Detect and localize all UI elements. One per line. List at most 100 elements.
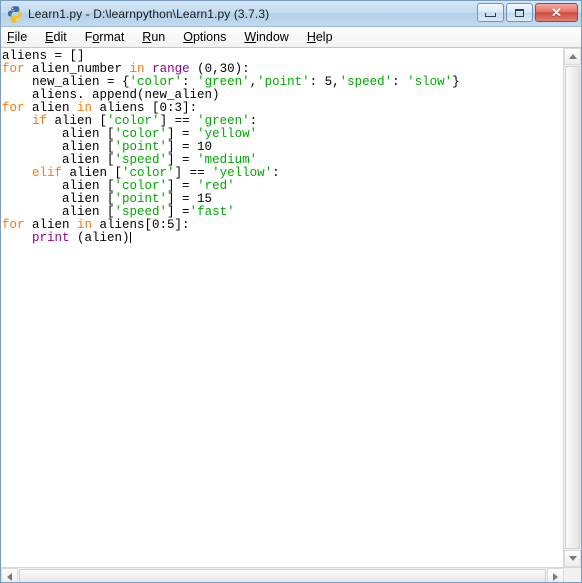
code-token: 'medium' <box>197 153 258 167</box>
code-token: alien <box>24 218 78 232</box>
code-token: ] == <box>159 114 198 128</box>
code-token: ] = <box>167 205 190 219</box>
code-token: in <box>77 101 93 115</box>
code-token: : <box>249 114 258 128</box>
code-token: ] = 15 <box>167 192 213 206</box>
scroll-up-button[interactable] <box>564 48 581 65</box>
scroll-down-button[interactable] <box>564 550 581 567</box>
code-token: 'yellow' <box>197 127 258 141</box>
editor-region: aliens = [] for alien_number in range (0,… <box>1 48 581 567</box>
code-token: alien_number <box>24 62 130 76</box>
code-token: range <box>152 62 190 76</box>
code-token: 'point' <box>114 140 168 154</box>
code-token: : 5, <box>309 75 340 89</box>
code-token: (0,30): <box>189 62 250 76</box>
code-token: : <box>272 166 280 180</box>
code-token: alien [ <box>2 140 115 154</box>
code-token: in <box>77 218 93 232</box>
code-token: 'point' <box>114 192 168 206</box>
code-token: ] = <box>167 153 198 167</box>
code-token: alien [ <box>2 179 115 193</box>
code-token: alien [ <box>2 192 115 206</box>
code-token: alien <box>24 101 78 115</box>
code-token: : <box>182 75 198 89</box>
code-token: aliens. append(new_alien) <box>2 88 220 102</box>
code-token: elif <box>32 166 63 180</box>
chevron-up-icon <box>568 54 577 59</box>
vertical-scroll-thumb[interactable] <box>565 66 580 549</box>
code-token: for <box>2 101 25 115</box>
minimize-icon <box>485 13 496 17</box>
menu-file[interactable]: File <box>7 28 36 46</box>
menu-bar: File Edit Format Run Options Window Help <box>1 27 581 48</box>
code-text-area[interactable]: aliens = [] for alien_number in range (0,… <box>1 48 563 567</box>
code-token: 'green' <box>197 75 250 89</box>
horizontal-scrollbar[interactable] <box>1 567 581 582</box>
horizontal-scroll-thumb[interactable] <box>19 569 546 582</box>
code-token: 'color' <box>107 114 160 128</box>
title-bar[interactable]: Learn1.py - D:\learnpython\Learn1.py (3.… <box>1 1 581 27</box>
code-token: 'red' <box>197 179 235 193</box>
code-token: alien [ <box>47 114 108 128</box>
scroll-left-button[interactable] <box>1 568 18 582</box>
window-controls: ✕ <box>477 3 578 22</box>
maximize-icon <box>515 8 524 17</box>
code-token: 'yellow' <box>212 166 273 180</box>
menu-window[interactable]: Window <box>244 28 297 46</box>
code-token: 'color' <box>114 127 168 141</box>
close-icon: ✕ <box>551 5 562 20</box>
code-token: } <box>452 75 460 89</box>
menu-run[interactable]: Run <box>142 28 174 46</box>
code-token: ] = <box>167 179 198 193</box>
source-code[interactable]: aliens = [] for alien_number in range (0,… <box>2 50 563 245</box>
code-token: 'green' <box>197 114 250 128</box>
chevron-right-icon <box>553 572 558 581</box>
code-token: in <box>129 62 145 76</box>
code-token: alien [ <box>62 166 123 180</box>
code-token: 'color' <box>114 179 168 193</box>
code-token: 'slow' <box>407 75 453 89</box>
chevron-left-icon <box>7 572 12 581</box>
code-token: (alien) <box>69 231 130 245</box>
scrollbar-corner <box>564 568 581 582</box>
code-token: ] == <box>174 166 213 180</box>
maximize-button[interactable] <box>506 3 533 22</box>
code-token: aliens = [] <box>2 49 85 63</box>
vertical-scrollbar[interactable] <box>563 48 581 567</box>
code-token: alien [ <box>2 127 115 141</box>
idle-editor-window: Learn1.py - D:\learnpython\Learn1.py (3.… <box>0 0 582 583</box>
menu-options[interactable]: Options <box>183 28 235 46</box>
text-cursor <box>129 232 131 243</box>
code-token: 'point' <box>257 75 310 89</box>
minimize-button[interactable] <box>477 3 504 22</box>
scroll-right-button[interactable] <box>547 568 564 582</box>
code-token: 'speed' <box>114 205 168 219</box>
window-title: Learn1.py - D:\learnpython\Learn1.py (3.… <box>28 6 270 21</box>
chevron-down-icon <box>568 556 577 561</box>
code-token: alien [ <box>2 205 115 219</box>
code-token: print <box>32 231 70 245</box>
code-token: aliens [0:3]: <box>92 101 198 115</box>
code-token: for <box>2 218 25 232</box>
code-token: 'color' <box>129 75 183 89</box>
menu-help[interactable]: Help <box>307 28 342 46</box>
code-token: , <box>249 75 258 89</box>
close-button[interactable]: ✕ <box>535 3 578 22</box>
python-idle-icon <box>6 5 24 23</box>
code-token: 'speed' <box>339 75 393 89</box>
code-token: : <box>392 75 408 89</box>
code-token: 'color' <box>122 166 175 180</box>
menu-format[interactable]: Format <box>85 28 134 46</box>
code-line: print (alien) <box>2 232 563 245</box>
code-token: for <box>2 62 25 76</box>
code-token: alien [ <box>2 153 115 167</box>
menu-edit[interactable]: Edit <box>45 28 76 46</box>
code-token: 'fast' <box>189 205 235 219</box>
code-token: new_alien = { <box>2 75 130 89</box>
code-token: aliens[0:5]: <box>92 218 190 232</box>
code-token: ] = 10 <box>167 140 213 154</box>
